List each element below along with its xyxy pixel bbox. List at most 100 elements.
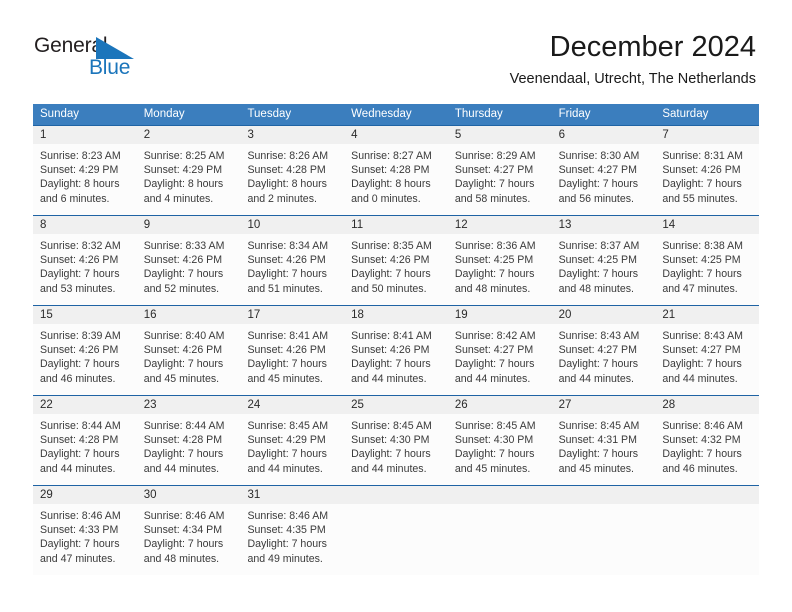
day-cell[interactable]: Sunrise: 8:38 AM Sunset: 4:25 PM Dayligh… (655, 234, 759, 305)
day-cell[interactable]: Sunrise: 8:25 AM Sunset: 4:29 PM Dayligh… (137, 144, 241, 215)
day-cell[interactable]: Sunrise: 8:46 AM Sunset: 4:32 PM Dayligh… (655, 414, 759, 485)
sunset-text: Sunset: 4:28 PM (351, 164, 430, 177)
day-cell[interactable]: Sunrise: 8:45 AM Sunset: 4:30 PM Dayligh… (448, 414, 552, 485)
day-number[interactable]: 16 (137, 306, 241, 324)
day-cell[interactable]: Sunrise: 8:43 AM Sunset: 4:27 PM Dayligh… (655, 324, 759, 395)
daylight-text-line1: Daylight: 7 hours (454, 448, 535, 461)
daylight-text-line2: and 44 minutes. (143, 462, 220, 475)
week-daynumber-band: 29 30 31 (33, 486, 759, 504)
day-number[interactable]: 21 (655, 306, 759, 324)
day-cell[interactable]: Sunrise: 8:46 AM Sunset: 4:33 PM Dayligh… (33, 504, 137, 575)
day-cell-empty (448, 504, 552, 575)
daylight-text-line2: and 45 minutes. (558, 462, 634, 475)
day-number[interactable]: 2 (137, 126, 241, 144)
day-cell[interactable]: Sunrise: 8:31 AM Sunset: 4:26 PM Dayligh… (655, 144, 759, 215)
day-number[interactable]: 6 (552, 126, 656, 144)
sunset-text: Sunset: 4:26 PM (143, 344, 223, 357)
daylight-text-line1: Daylight: 7 hours (351, 358, 431, 371)
day-number[interactable]: 18 (344, 306, 448, 324)
day-number[interactable]: 1 (33, 126, 137, 144)
daylight-text-line1: Daylight: 7 hours (662, 268, 742, 281)
weekday-header-wednesday: Wednesday (351, 108, 412, 120)
day-number[interactable]: 30 (137, 486, 241, 504)
daylight-text-line2: and 56 minutes. (558, 192, 634, 205)
day-cell[interactable]: Sunrise: 8:23 AM Sunset: 4:29 PM Dayligh… (33, 144, 137, 215)
day-number[interactable]: 11 (344, 216, 448, 234)
day-cell[interactable]: Sunrise: 8:45 AM Sunset: 4:31 PM Dayligh… (552, 414, 656, 485)
sunrise-text: Sunrise: 8:45 AM (558, 420, 640, 432)
daylight-text-line2: and 44 minutes. (247, 462, 323, 475)
day-number[interactable]: 4 (344, 126, 448, 144)
day-number[interactable]: 10 (240, 216, 344, 234)
day-cell[interactable]: Sunrise: 8:34 AM Sunset: 4:26 PM Dayligh… (240, 234, 344, 305)
day-cell[interactable]: Sunrise: 8:41 AM Sunset: 4:26 PM Dayligh… (240, 324, 344, 395)
day-number[interactable]: 27 (552, 396, 656, 414)
week-detail-band: Sunrise: 8:44 AM Sunset: 4:28 PM Dayligh… (33, 414, 759, 485)
daylight-text-line2: and 47 minutes. (40, 552, 116, 565)
day-cell[interactable]: Sunrise: 8:27 AM Sunset: 4:28 PM Dayligh… (344, 144, 448, 215)
day-cell[interactable]: Sunrise: 8:41 AM Sunset: 4:26 PM Dayligh… (344, 324, 448, 395)
day-number[interactable]: 24 (240, 396, 344, 414)
day-cell[interactable]: Sunrise: 8:46 AM Sunset: 4:35 PM Dayligh… (240, 504, 344, 575)
sunset-text: Sunset: 4:26 PM (351, 344, 430, 357)
sunrise-text: Sunrise: 8:46 AM (40, 510, 121, 522)
generalblue-logo[interactable]: General Blue (34, 33, 164, 83)
day-number[interactable]: 13 (552, 216, 656, 234)
day-number[interactable]: 17 (240, 306, 344, 324)
day-cell[interactable]: Sunrise: 8:36 AM Sunset: 4:25 PM Dayligh… (448, 234, 552, 305)
day-number[interactable]: 29 (33, 486, 137, 504)
daylight-text-line2: and 44 minutes. (662, 372, 738, 385)
sunrise-text: Sunrise: 8:27 AM (351, 150, 432, 162)
day-number[interactable]: 5 (448, 126, 552, 144)
day-cell[interactable]: Sunrise: 8:45 AM Sunset: 4:29 PM Dayligh… (240, 414, 344, 485)
day-cell[interactable]: Sunrise: 8:45 AM Sunset: 4:30 PM Dayligh… (344, 414, 448, 485)
day-cell[interactable]: Sunrise: 8:39 AM Sunset: 4:26 PM Dayligh… (33, 324, 137, 395)
title-block: December 2024 Veenendaal, Utrecht, The N… (510, 30, 756, 88)
day-number[interactable]: 28 (655, 396, 759, 414)
day-cell[interactable]: Sunrise: 8:42 AM Sunset: 4:27 PM Dayligh… (448, 324, 552, 395)
day-cell[interactable]: Sunrise: 8:43 AM Sunset: 4:27 PM Dayligh… (552, 324, 656, 395)
day-cell[interactable]: Sunrise: 8:37 AM Sunset: 4:25 PM Dayligh… (552, 234, 656, 305)
daylight-text-line1: Daylight: 8 hours (143, 178, 224, 191)
daylight-text-line1: Daylight: 7 hours (247, 358, 327, 371)
day-number[interactable]: 14 (655, 216, 759, 234)
day-cell[interactable]: Sunrise: 8:32 AM Sunset: 4:26 PM Dayligh… (33, 234, 137, 305)
day-number[interactable]: 15 (33, 306, 137, 324)
sunrise-text: Sunrise: 8:39 AM (40, 330, 121, 342)
day-cell[interactable]: Sunrise: 8:29 AM Sunset: 4:27 PM Dayligh… (448, 144, 552, 215)
daylight-text-line1: Daylight: 7 hours (454, 358, 535, 371)
day-cell[interactable]: Sunrise: 8:26 AM Sunset: 4:28 PM Dayligh… (240, 144, 344, 215)
day-cell[interactable]: Sunrise: 8:30 AM Sunset: 4:27 PM Dayligh… (552, 144, 656, 215)
day-number[interactable]: 22 (33, 396, 137, 414)
day-number[interactable]: 9 (137, 216, 241, 234)
day-cell[interactable]: Sunrise: 8:33 AM Sunset: 4:26 PM Dayligh… (137, 234, 241, 305)
day-number[interactable]: 20 (552, 306, 656, 324)
day-cell[interactable]: Sunrise: 8:44 AM Sunset: 4:28 PM Dayligh… (33, 414, 137, 485)
day-number[interactable]: 19 (448, 306, 552, 324)
daylight-text-line2: and 48 minutes. (558, 282, 634, 295)
day-cell[interactable]: Sunrise: 8:40 AM Sunset: 4:26 PM Dayligh… (137, 324, 241, 395)
day-number[interactable]: 23 (137, 396, 241, 414)
day-number[interactable]: 25 (344, 396, 448, 414)
day-cell-empty (552, 504, 656, 575)
daylight-text-line2: and 46 minutes. (662, 462, 738, 475)
day-cell[interactable]: Sunrise: 8:44 AM Sunset: 4:28 PM Dayligh… (137, 414, 241, 485)
daylight-text-line2: and 46 minutes. (40, 372, 116, 385)
daylight-text-line2: and 45 minutes. (247, 372, 323, 385)
daylight-text-line1: Daylight: 7 hours (558, 268, 639, 281)
day-number[interactable]: 7 (655, 126, 759, 144)
daylight-text-line1: Daylight: 8 hours (247, 178, 327, 191)
day-number[interactable]: 26 (448, 396, 552, 414)
day-cell[interactable]: Sunrise: 8:46 AM Sunset: 4:34 PM Dayligh… (137, 504, 241, 575)
day-number[interactable]: 8 (33, 216, 137, 234)
day-number[interactable]: 3 (240, 126, 344, 144)
day-number[interactable]: 31 (240, 486, 344, 504)
page-subtitle: Veenendaal, Utrecht, The Netherlands (509, 71, 756, 87)
day-cell[interactable]: Sunrise: 8:35 AM Sunset: 4:26 PM Dayligh… (344, 234, 448, 305)
weekday-header-saturday: Saturday (662, 108, 709, 120)
day-number[interactable]: 12 (448, 216, 552, 234)
sunset-text: Sunset: 4:26 PM (247, 254, 326, 267)
calendar-week-row: 22 23 24 25 26 27 28 Sunrise: 8:44 AM Su… (33, 395, 759, 485)
daylight-text-line2: and 48 minutes. (143, 552, 220, 565)
daylight-text-line2: and 45 minutes. (143, 372, 220, 385)
